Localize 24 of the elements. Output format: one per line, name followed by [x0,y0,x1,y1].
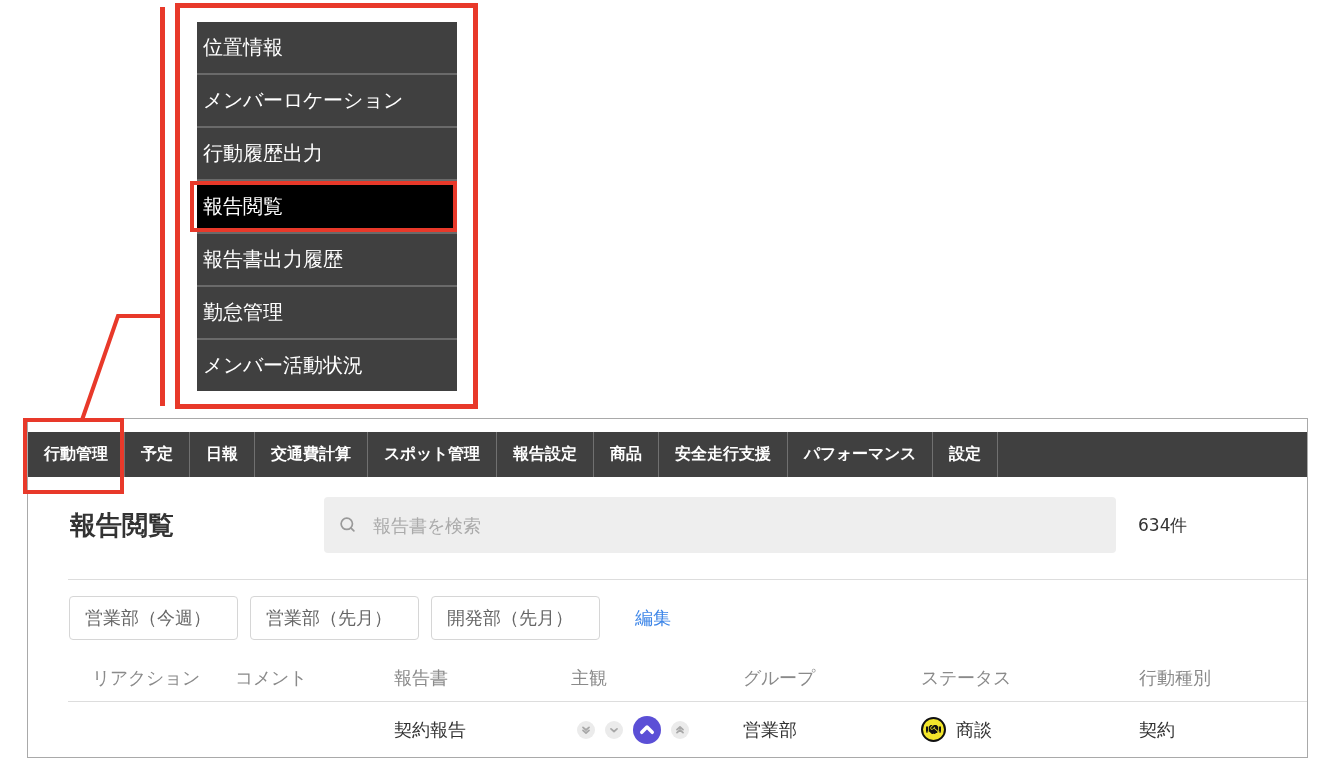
column-header: コメント [235,666,307,690]
column-header: 主観 [571,666,607,690]
search-icon [339,516,356,533]
chevron-down-icon[interactable] [605,720,623,739]
page-title: 報告閲覧 [70,508,174,542]
search-field[interactable]: 報告書を検索 [324,497,1116,553]
table-cell: 契約報告 [394,717,466,742]
column-header: ステータス [921,666,1011,690]
result-count: 634件 [1138,513,1188,537]
filter-chip[interactable]: 営業部（今週） [69,596,238,640]
chevron-up-icon[interactable] [633,715,661,744]
table-cell: 契約 [1139,717,1175,742]
double-chevron-up-icon[interactable] [671,720,689,739]
double-chevron-down-icon[interactable] [577,720,595,739]
column-header: 行動種別 [1139,666,1211,690]
filter-chip[interactable]: 開発部（先月） [431,596,600,640]
handshake-icon [921,717,946,742]
table-cell: 営業部 [743,717,797,742]
column-header: グループ [743,666,815,690]
edit-link[interactable]: 編集 [635,606,671,630]
table-cell: 商談 [956,717,992,742]
column-header: リアクション [92,666,200,690]
filter-chip[interactable]: 営業部（先月） [250,596,419,640]
column-header: 報告書 [394,666,448,690]
